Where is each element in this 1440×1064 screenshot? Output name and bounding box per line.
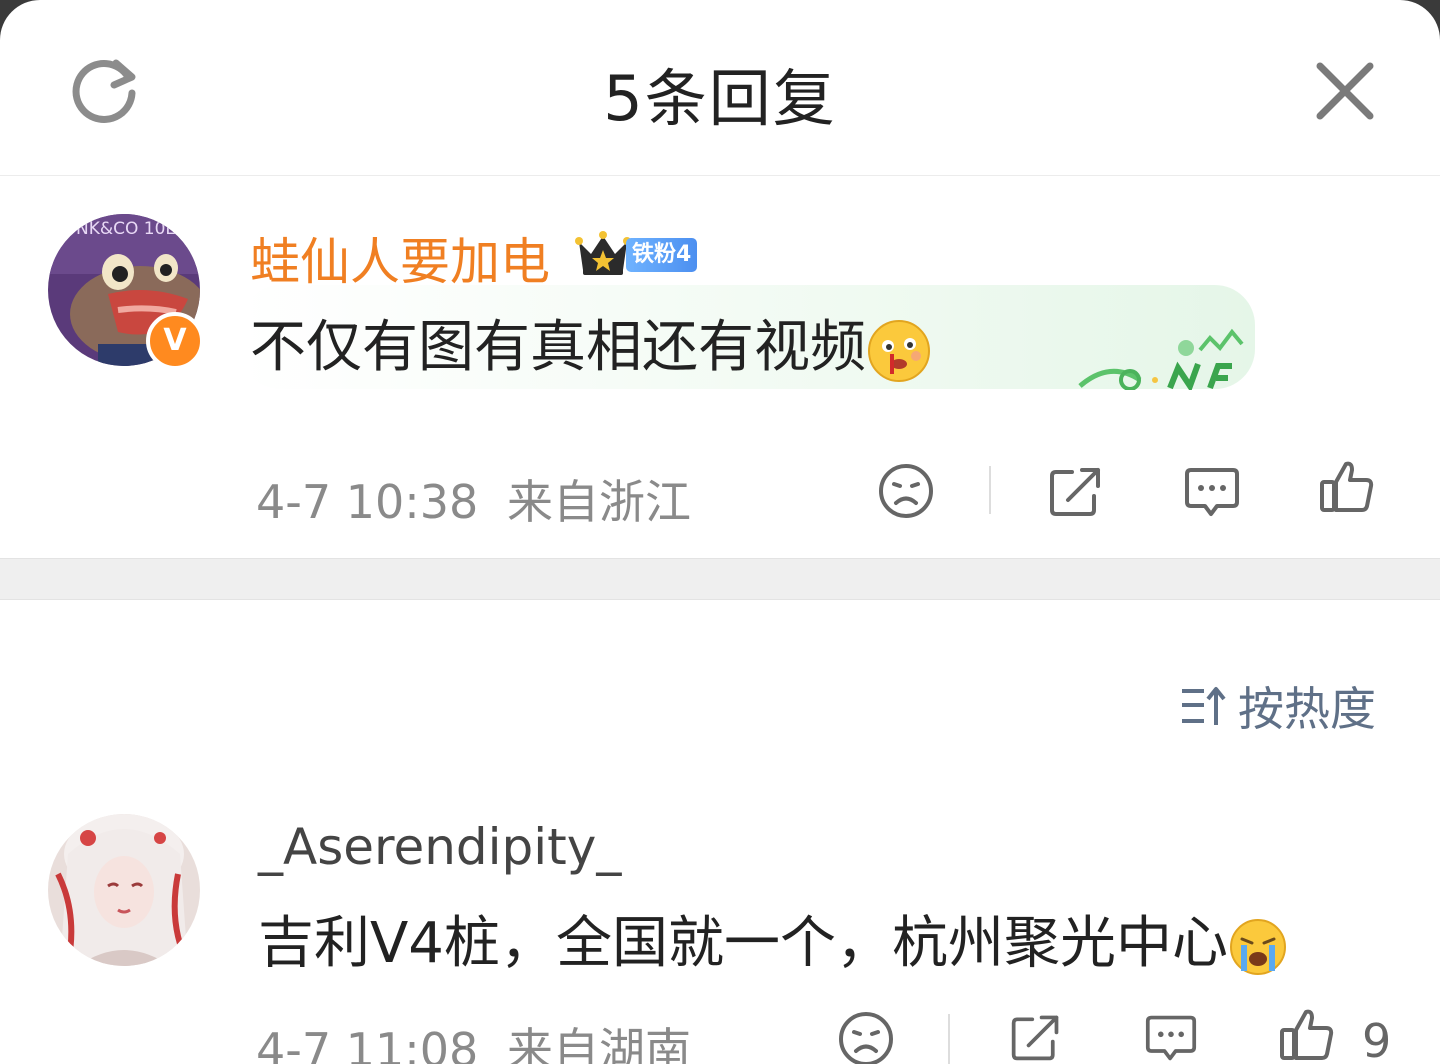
- section-separator: [0, 558, 1440, 600]
- verified-badge: V: [146, 312, 204, 370]
- username[interactable]: _Aserendipity_: [258, 818, 621, 876]
- nosebleed-emoji-icon: [868, 319, 930, 382]
- sort-icon: [1182, 687, 1226, 725]
- action-divider: [989, 466, 991, 514]
- action-divider: [948, 1014, 950, 1064]
- like-thumb-icon[interactable]: [1318, 458, 1376, 516]
- comment-meta: 4-7 11:08 来自湖南: [256, 1014, 691, 1064]
- share-icon[interactable]: [1046, 462, 1106, 520]
- avatar-image: [48, 814, 200, 966]
- share-icon[interactable]: [1006, 1010, 1066, 1064]
- avatar[interactable]: [48, 814, 200, 966]
- dislike-face-icon[interactable]: [837, 1010, 895, 1064]
- avatar-text: NK&CO 10EM: [76, 219, 191, 239]
- comment-meta: 4-7 10:38 来自浙江: [256, 466, 691, 532]
- crown-icon: [575, 231, 631, 275]
- comment-text: 吉利V4桩，全国就一个，杭州聚光中心: [258, 898, 1288, 979]
- comment-text: 不仅有图有真相还有视频: [250, 302, 932, 384]
- username[interactable]: 蛙仙人要加电: [250, 222, 550, 294]
- crying-emoji-icon: [1229, 918, 1286, 975]
- dislike-face-icon[interactable]: [877, 462, 935, 520]
- like-thumb-icon[interactable]: [1278, 1006, 1336, 1064]
- comment-location: 来自浙江: [506, 475, 691, 529]
- comment-icon[interactable]: [1183, 464, 1241, 520]
- page-title: 5条回复: [603, 62, 837, 135]
- sheet-header: 5条回复: [0, 0, 1440, 176]
- like-count: 9: [1362, 1014, 1392, 1064]
- comment-time: 4-7 10:38: [256, 475, 479, 529]
- comment-text-content: 不仅有图有真相还有视频: [250, 315, 866, 380]
- close-icon[interactable]: [1312, 58, 1378, 124]
- sort-label: 按热度: [1238, 682, 1376, 736]
- reply-sheet: 5条回复 NK&CO 10EM V 蛙仙人要加电 铁粉4 不仅有图有真相还有视频…: [0, 0, 1440, 1064]
- fan-level-badge: 铁粉4: [626, 238, 698, 272]
- comment-time: 4-7 11:08: [256, 1023, 479, 1064]
- comment-text-content: 吉利V4桩，全国就一个，杭州聚光中心: [258, 911, 1228, 976]
- avatar[interactable]: NK&CO 10EM V: [48, 214, 204, 370]
- bubble-decoration: [1078, 328, 1244, 390]
- sort-toggle[interactable]: 按热度: [1178, 678, 1376, 736]
- comment-location: 来自湖南: [506, 1023, 691, 1064]
- comment-icon[interactable]: [1142, 1012, 1200, 1064]
